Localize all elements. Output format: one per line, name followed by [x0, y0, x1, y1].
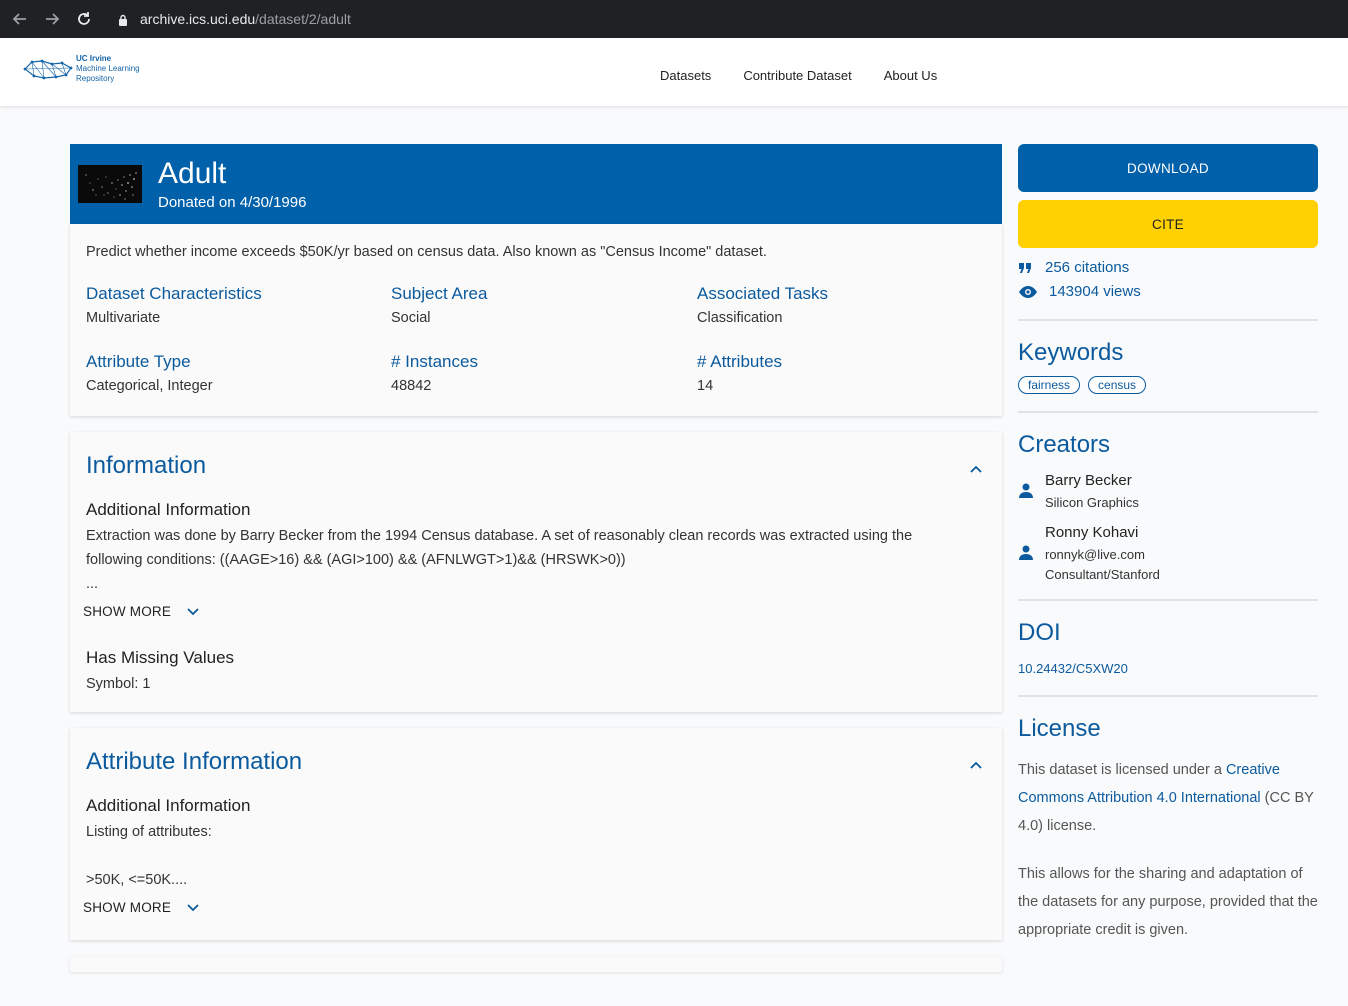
- fact-associated-tasks: Associated Tasks Classification: [697, 284, 997, 326]
- views-count: 143904 views: [1049, 283, 1141, 300]
- fact-attribute-type: Attribute Type Categorical, Integer: [86, 352, 386, 394]
- url-path: /dataset/2/adult: [255, 11, 351, 27]
- nav-contribute-dataset[interactable]: Contribute Dataset: [743, 68, 851, 83]
- license-heading: License: [1018, 715, 1101, 742]
- attr-additional-info-heading: Additional Information: [86, 796, 251, 815]
- chevron-up-icon[interactable]: [970, 756, 982, 769]
- fact-label: Dataset Characteristics: [86, 284, 262, 303]
- creator-affiliation: Silicon Graphics: [1045, 495, 1139, 510]
- fact-attributes: # Attributes 14: [697, 352, 997, 394]
- dataset-description: Predict whether income exceeds $50K/yr b…: [86, 244, 767, 260]
- fact-subject-area: Subject Area Social: [391, 284, 691, 326]
- fact-label: # Instances: [391, 352, 478, 371]
- donated-date: Donated on 4/30/1996: [158, 194, 307, 211]
- additional-info-heading: Additional Information: [86, 500, 251, 519]
- nav-about-us[interactable]: About Us: [884, 68, 937, 83]
- missing-values-value: Symbol: 1: [86, 676, 151, 692]
- information-title: Information: [86, 452, 207, 479]
- additional-info-line1: Extraction was done by Barry Becker from…: [86, 528, 913, 544]
- attr-listing-text: Listing of attributes:: [86, 824, 212, 840]
- dataset-hero: Adult Donated on 4/30/1996: [70, 144, 1002, 224]
- person-icon: [1019, 545, 1033, 560]
- show-more-label: SHOW MORE: [83, 604, 172, 619]
- download-button[interactable]: DOWNLOAD: [1018, 144, 1318, 192]
- fact-instances: # Instances 48842: [391, 352, 691, 394]
- show-more-button[interactable]: SHOW MORE: [83, 604, 199, 619]
- citations-stat[interactable]: 256 citations: [1018, 259, 1129, 276]
- fact-value: Multivariate: [86, 310, 161, 326]
- keywords-heading: Keywords: [1018, 339, 1124, 366]
- dataset-thumbnail: [78, 165, 142, 203]
- fact-dataset-characteristics: Dataset Characteristics Multivariate: [86, 284, 386, 326]
- chevron-down-icon: [187, 607, 199, 615]
- keyword-chip-census[interactable]: census: [1088, 376, 1147, 394]
- reload-icon[interactable]: [72, 7, 96, 31]
- creator-affiliation: Consultant/Stanford: [1045, 567, 1160, 582]
- site-header: UC Irvine Machine Learning Repository Da…: [0, 38, 1348, 106]
- fact-label: Attribute Type: [86, 352, 191, 371]
- fact-label: # Attributes: [697, 352, 783, 371]
- views-stat: 143904 views: [1018, 283, 1141, 300]
- fact-value: 48842: [391, 378, 432, 394]
- person-icon: [1019, 483, 1033, 498]
- browser-toolbar: archive.ics.uci.edu/dataset/2/adult: [0, 0, 1348, 38]
- fact-value: Classification: [697, 310, 783, 326]
- nav-datasets[interactable]: Datasets: [660, 68, 711, 83]
- fact-label: Associated Tasks: [697, 284, 829, 303]
- keywords-list: fairness census: [1018, 376, 1147, 394]
- uci-logo[interactable]: UC Irvine Machine Learning Repository: [22, 54, 140, 84]
- information-panel: Information Additional Information Extra…: [70, 432, 1002, 712]
- creators-heading: Creators: [1018, 431, 1111, 458]
- chevron-down-icon: [187, 903, 199, 911]
- license-note: This allows for the sharing and adaptati…: [1018, 866, 1318, 938]
- cite-button[interactable]: CITE: [1018, 200, 1318, 248]
- fact-value: 14: [697, 378, 714, 394]
- creator-name: Ronny Kohavi: [1045, 524, 1139, 541]
- citations-count: 256 citations: [1045, 259, 1130, 276]
- sidebar-divider: [1018, 319, 1318, 321]
- keyword-chip-fairness[interactable]: fairness: [1018, 376, 1081, 394]
- creator-name: Barry Becker: [1045, 472, 1132, 489]
- chevron-up-icon[interactable]: [970, 460, 982, 473]
- attribute-information-panel: Attribute Information Additional Informa…: [70, 728, 1002, 940]
- next-panel-edge: [70, 956, 1002, 972]
- license-text: This dataset is licensed under a Creativ…: [1018, 756, 1318, 840]
- attr-class-text: >50K, <=50K....: [86, 872, 188, 888]
- doi-heading: DOI: [1018, 619, 1061, 646]
- quote-icon: [1019, 262, 1031, 273]
- top-nav: Datasets Contribute Dataset About Us: [660, 68, 937, 83]
- creator-email: ronnyk@live.com: [1045, 547, 1145, 562]
- fact-value: Social: [391, 310, 431, 326]
- sidebar-divider: [1018, 695, 1318, 697]
- additional-info-ellipsis: ...: [86, 576, 99, 592]
- additional-info-line2: following conditions: ((AAGE>16) && (AGI…: [86, 552, 626, 568]
- attribute-information-title: Attribute Information: [86, 748, 303, 775]
- license-pre: This dataset is licensed under a: [1018, 762, 1226, 778]
- show-more-button[interactable]: SHOW MORE: [83, 900, 199, 915]
- eye-icon: [1019, 285, 1037, 298]
- missing-values-heading: Has Missing Values: [86, 648, 235, 667]
- address-bar[interactable]: archive.ics.uci.edu/dataset/2/adult: [106, 4, 1342, 34]
- back-arrow-icon[interactable]: [8, 7, 32, 31]
- dataset-title: Adult: [158, 157, 227, 190]
- lock-icon: [118, 13, 128, 26]
- fact-value: Categorical, Integer: [86, 378, 213, 394]
- dataset-summary-card: Predict whether income exceeds $50K/yr b…: [70, 224, 1002, 416]
- sidebar-divider: [1018, 599, 1318, 601]
- url-host: archive.ics.uci.edu: [140, 11, 256, 27]
- doi-link[interactable]: 10.24432/C5XW20: [1018, 661, 1128, 676]
- sidebar-divider: [1018, 411, 1318, 413]
- network-logo-icon: [23, 59, 73, 80]
- forward-arrow-icon[interactable]: [40, 7, 64, 31]
- show-more-label: SHOW MORE: [83, 900, 172, 915]
- logo-text: UC Irvine Machine Learning Repository: [76, 54, 140, 83]
- fact-label: Subject Area: [391, 284, 488, 303]
